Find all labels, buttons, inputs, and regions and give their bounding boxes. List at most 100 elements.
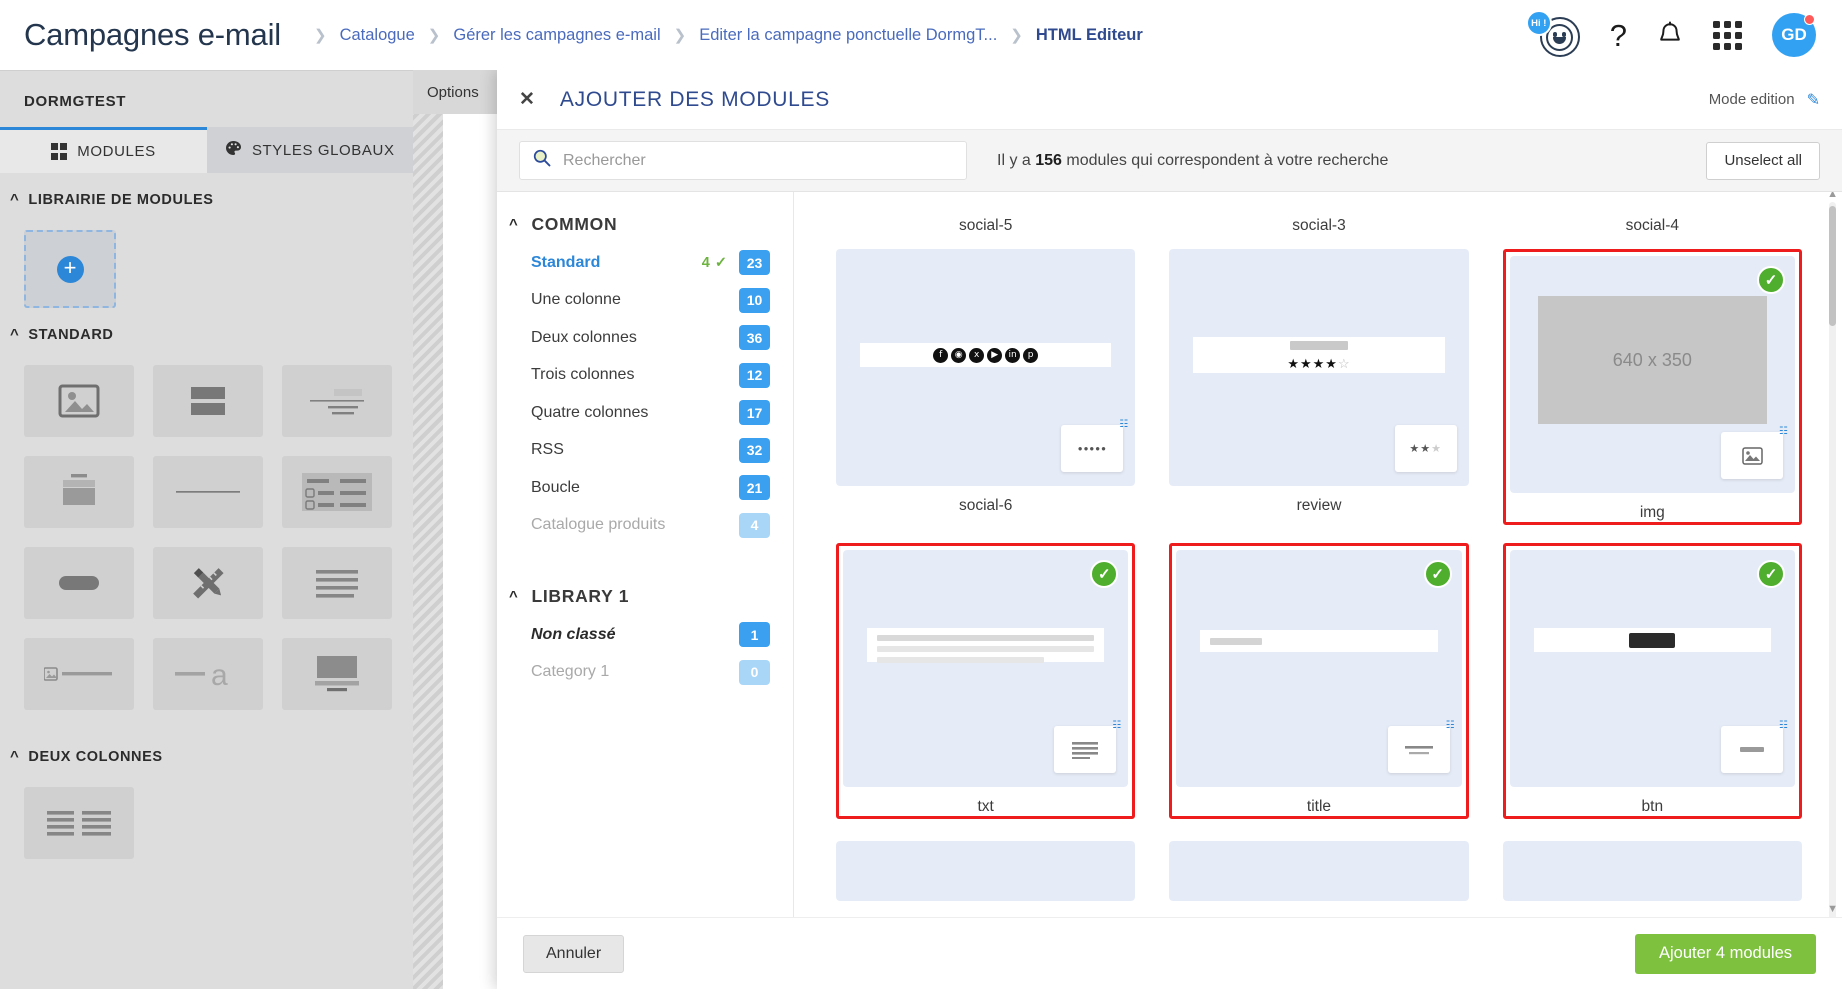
dash-letter-icon: a xyxy=(175,657,241,691)
bell-icon[interactable] xyxy=(1657,21,1683,49)
category-item-category-1[interactable]: Category 1 0 xyxy=(497,654,793,692)
module-tile-list-rows[interactable] xyxy=(282,456,392,528)
category-item-trois-colonnes[interactable]: Trois colonnes 12 xyxy=(497,357,793,395)
grid-menu-icon[interactable] xyxy=(1713,20,1742,50)
category-count-badge: 23 xyxy=(739,250,770,276)
category-count-badge: 0 xyxy=(739,659,770,685)
module-tile-text-lines[interactable] xyxy=(282,547,392,619)
text-lines-strip xyxy=(867,628,1105,663)
chevron-up-icon: ^ xyxy=(10,191,20,208)
tab-modules[interactable]: MODULES xyxy=(0,127,207,173)
category-panel: ^ COMMON Standard 4 ✓ 23 Une colonne 10 xyxy=(497,192,794,917)
category-item-quatre-colonnes[interactable]: Quatre colonnes 17 xyxy=(497,394,793,432)
two-column-text-icon xyxy=(47,810,111,836)
modules-row-3-partial xyxy=(836,841,1802,901)
module-tile-card[interactable] xyxy=(24,456,134,528)
sidebar-section-deux-colonnes-label: DEUX COLONNES xyxy=(28,749,163,765)
category-item-boucle[interactable]: Boucle 21 xyxy=(497,469,793,507)
modal-header: ✕ AJOUTER DES MODULES Mode edition ✎ xyxy=(497,70,1842,130)
pinterest-icon: p xyxy=(1023,347,1039,363)
sidebar-section-librairie[interactable]: ^ LIBRAIRIE DE MODULES xyxy=(0,173,413,216)
plus-icon: + xyxy=(56,255,84,283)
category-item-non-classe[interactable]: Non classé 1 xyxy=(497,616,793,654)
category-item-une-colonne[interactable]: Une colonne 10 xyxy=(497,282,793,320)
check-icon: ✓ xyxy=(714,254,727,271)
module-tile-image[interactable] xyxy=(24,365,134,437)
mini-preview-social: ☷ ●●●●● xyxy=(1061,419,1128,472)
module-tile-ruler-pencil[interactable] xyxy=(153,547,263,619)
module-thumb-review: ★★★★☆ ★★★ xyxy=(1169,249,1469,486)
module-thumb-title: ✓ ☷ xyxy=(1176,550,1462,787)
linkedin-icon: in xyxy=(1005,347,1021,363)
chatbot-avatar-icon[interactable]: Hi ! xyxy=(1525,10,1580,58)
scroll-down-arrow-icon[interactable]: ▼ xyxy=(1827,903,1838,915)
unselect-all-label: Unselect all xyxy=(1724,152,1802,169)
result-count-value: 156 xyxy=(1035,151,1062,169)
text-line-2 xyxy=(877,646,1095,652)
unselect-all-button[interactable]: Unselect all xyxy=(1706,141,1820,180)
selected-check-icon: ✓ xyxy=(1423,560,1452,588)
module-tile-two-column-text[interactable] xyxy=(24,787,134,859)
category-item-category-1-label: Category 1 xyxy=(531,663,610,681)
help-icon[interactable]: ? xyxy=(1610,20,1627,51)
button-icon xyxy=(59,576,99,590)
category-group-library-1[interactable]: ^ LIBRARY 1 xyxy=(497,586,793,607)
two-blocks-icon xyxy=(187,384,229,418)
cancel-button[interactable]: Annuler xyxy=(523,934,625,973)
category-item-catalogue-produits[interactable]: Catalogue produits 4 xyxy=(497,507,793,545)
module-card-next-2[interactable] xyxy=(1169,841,1469,901)
module-tile-button[interactable] xyxy=(24,547,134,619)
category-item-une-colonne-label: Une colonne xyxy=(531,291,621,309)
category-item-deux-colonnes[interactable]: Deux colonnes 36 xyxy=(497,319,793,357)
module-card-btn[interactable]: ✓ ☷ btn xyxy=(1502,543,1802,819)
add-module-button[interactable]: + xyxy=(24,230,116,308)
modules-scrollbar[interactable] xyxy=(1829,202,1836,917)
category-count-badge: 1 xyxy=(739,622,770,648)
category-item-quatre-colonnes-label: Quatre colonnes xyxy=(531,403,649,421)
cancel-button-label: Annuler xyxy=(546,944,602,962)
sidebar-section-standard[interactable]: ^ STANDARD xyxy=(0,308,413,351)
category-item-standard[interactable]: Standard 4 ✓ 23 xyxy=(497,244,793,282)
avatar[interactable]: GD xyxy=(1772,13,1816,57)
breadcrumb-separator: ❯ xyxy=(1010,27,1023,44)
tab-styles-globaux[interactable]: STYLES GLOBAUX xyxy=(206,127,413,173)
module-thumb-social-6: f ◉ x ▶ in p ☷ ●●●●● xyxy=(836,249,1136,486)
scrollbar-thumb[interactable] xyxy=(1829,206,1836,326)
breadcrumb-item-catalogue[interactable]: Catalogue xyxy=(338,26,417,45)
mini-preview-title: ☷ xyxy=(1387,720,1455,773)
module-card-txt[interactable]: ✓ ☷ txt xyxy=(836,543,1136,819)
social-icons-strip: f ◉ x ▶ in p xyxy=(860,343,1112,367)
module-tile-two-blocks[interactable] xyxy=(153,365,263,437)
breadcrumb-item-html-editeur[interactable]: HTML Editeur xyxy=(1034,26,1145,45)
mode-edition-label: Mode edition xyxy=(1708,91,1795,108)
tab-modules-label: MODULES xyxy=(77,143,156,160)
module-card-next-1[interactable] xyxy=(836,841,1136,901)
category-group-common-label: COMMON xyxy=(531,214,618,234)
category-item-rss[interactable]: RSS 32 xyxy=(497,432,793,470)
sidebar-section-deux-colonnes[interactable]: ^ DEUX COLONNES xyxy=(0,730,413,773)
module-tile-divider[interactable] xyxy=(153,456,263,528)
modal-search-bar: Rechercher Il y a 156 modules qui corres… xyxy=(497,130,1842,192)
modules-scroll-area[interactable]: social-5 social-3 social-4 f ◉ x ▶ in p … xyxy=(794,192,1842,917)
add-modules-button[interactable]: Ajouter 4 modules xyxy=(1635,933,1816,974)
module-card-img[interactable]: ✓ 640 x 350 ☷ img xyxy=(1502,249,1802,529)
module-tile-dash-letter[interactable]: a xyxy=(153,638,263,710)
mini-preview-image: ☷ xyxy=(1721,426,1788,479)
category-group-common[interactable]: ^ COMMON xyxy=(497,214,793,235)
chatbot-eye-right xyxy=(1562,31,1567,37)
module-card-review[interactable]: ★★★★☆ ★★★ review xyxy=(1169,249,1469,529)
close-icon[interactable]: ✕ xyxy=(519,88,535,111)
breadcrumb-item-editer-campagne[interactable]: Editer la campagne ponctuelle DormgT... xyxy=(697,26,999,45)
module-tile-video[interactable] xyxy=(282,638,392,710)
module-card-social-6[interactable]: f ◉ x ▶ in p ☷ ●●●●● social-6 xyxy=(836,249,1136,529)
search-input[interactable]: Rechercher xyxy=(519,141,967,180)
scroll-up-arrow-icon[interactable]: ▲ xyxy=(1827,192,1838,200)
heading-lines-icon xyxy=(310,386,364,416)
module-tile-heading-lines[interactable] xyxy=(282,365,392,437)
module-tile-image-text[interactable] xyxy=(24,638,134,710)
video-icon xyxy=(315,656,359,692)
module-card-next-3[interactable] xyxy=(1502,841,1802,901)
mode-edition-toggle[interactable]: Mode edition ✎ xyxy=(1709,90,1820,110)
module-card-title[interactable]: ✓ ☷ title xyxy=(1169,543,1469,819)
breadcrumb-item-gerer-campagnes[interactable]: Gérer les campagnes e-mail xyxy=(451,26,662,45)
